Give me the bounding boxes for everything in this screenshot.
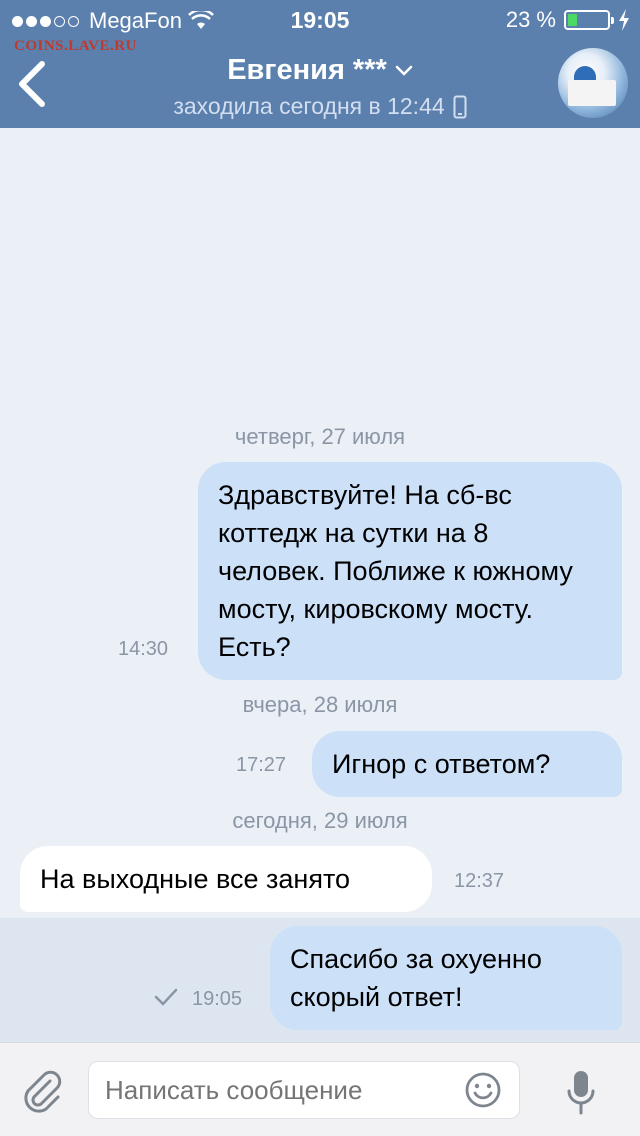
message-time: 14:30 bbox=[118, 638, 169, 660]
voice-message-button[interactable] bbox=[566, 1069, 596, 1117]
smiley-icon bbox=[465, 1072, 501, 1108]
battery-percent: 23 % bbox=[505, 7, 556, 32]
paperclip-icon bbox=[24, 1070, 62, 1113]
date-separator: вчера, 28 июля bbox=[242, 692, 398, 717]
date-separator: четверг, 27 июля bbox=[234, 424, 406, 449]
chat-title[interactable]: Евгения *** bbox=[227, 54, 413, 87]
emoji-button[interactable] bbox=[464, 1071, 502, 1109]
charging-icon bbox=[619, 9, 629, 31]
watermark: COINS.LAVE.RU bbox=[14, 38, 137, 54]
date-separator: сегодня, 29 июля bbox=[232, 808, 408, 833]
chat-title-area[interactable]: Евгения *** заходила сегодня в 12:44 bbox=[0, 54, 640, 120]
outgoing-message[interactable]: Здравствуйте! На сб-вс коттедж на сутки … bbox=[198, 462, 622, 680]
status-bar: MegaFon 19:05 23 % bbox=[0, 0, 640, 40]
chevron-down-icon bbox=[395, 65, 413, 76]
chat-header: MegaFon 19:05 23 % COINS.LAVE.RU Евгения… bbox=[0, 0, 640, 128]
microphone-icon bbox=[567, 1071, 595, 1115]
contact-name: Евгения *** bbox=[227, 54, 387, 86]
message-input[interactable] bbox=[88, 1061, 520, 1119]
compose-bar bbox=[0, 1042, 640, 1136]
mobile-phone-icon bbox=[453, 95, 467, 118]
outgoing-message[interactable]: Игнор с ответом? bbox=[312, 731, 622, 797]
message-time: 12:37 bbox=[454, 870, 505, 892]
battery-icon bbox=[564, 10, 614, 30]
attach-button[interactable] bbox=[20, 1069, 66, 1115]
last-seen-status: заходила сегодня в 12:44 bbox=[173, 93, 467, 120]
outgoing-message[interactable]: Спасибо за охуенно скорый ответ! bbox=[270, 926, 622, 1030]
sent-check-icon bbox=[154, 988, 178, 1006]
incoming-message[interactable]: На выходные все занято bbox=[20, 846, 432, 912]
status-right: 23 % bbox=[506, 7, 630, 33]
message-time: 19:05 bbox=[192, 988, 243, 1010]
contact-avatar[interactable] bbox=[558, 48, 628, 118]
message-time: 17:27 bbox=[236, 754, 287, 776]
last-seen-text: заходила сегодня в 12:44 bbox=[173, 93, 445, 119]
message-list[interactable]: четверг, 27 июля Здравствуйте! На сб-вс … bbox=[0, 128, 640, 1042]
